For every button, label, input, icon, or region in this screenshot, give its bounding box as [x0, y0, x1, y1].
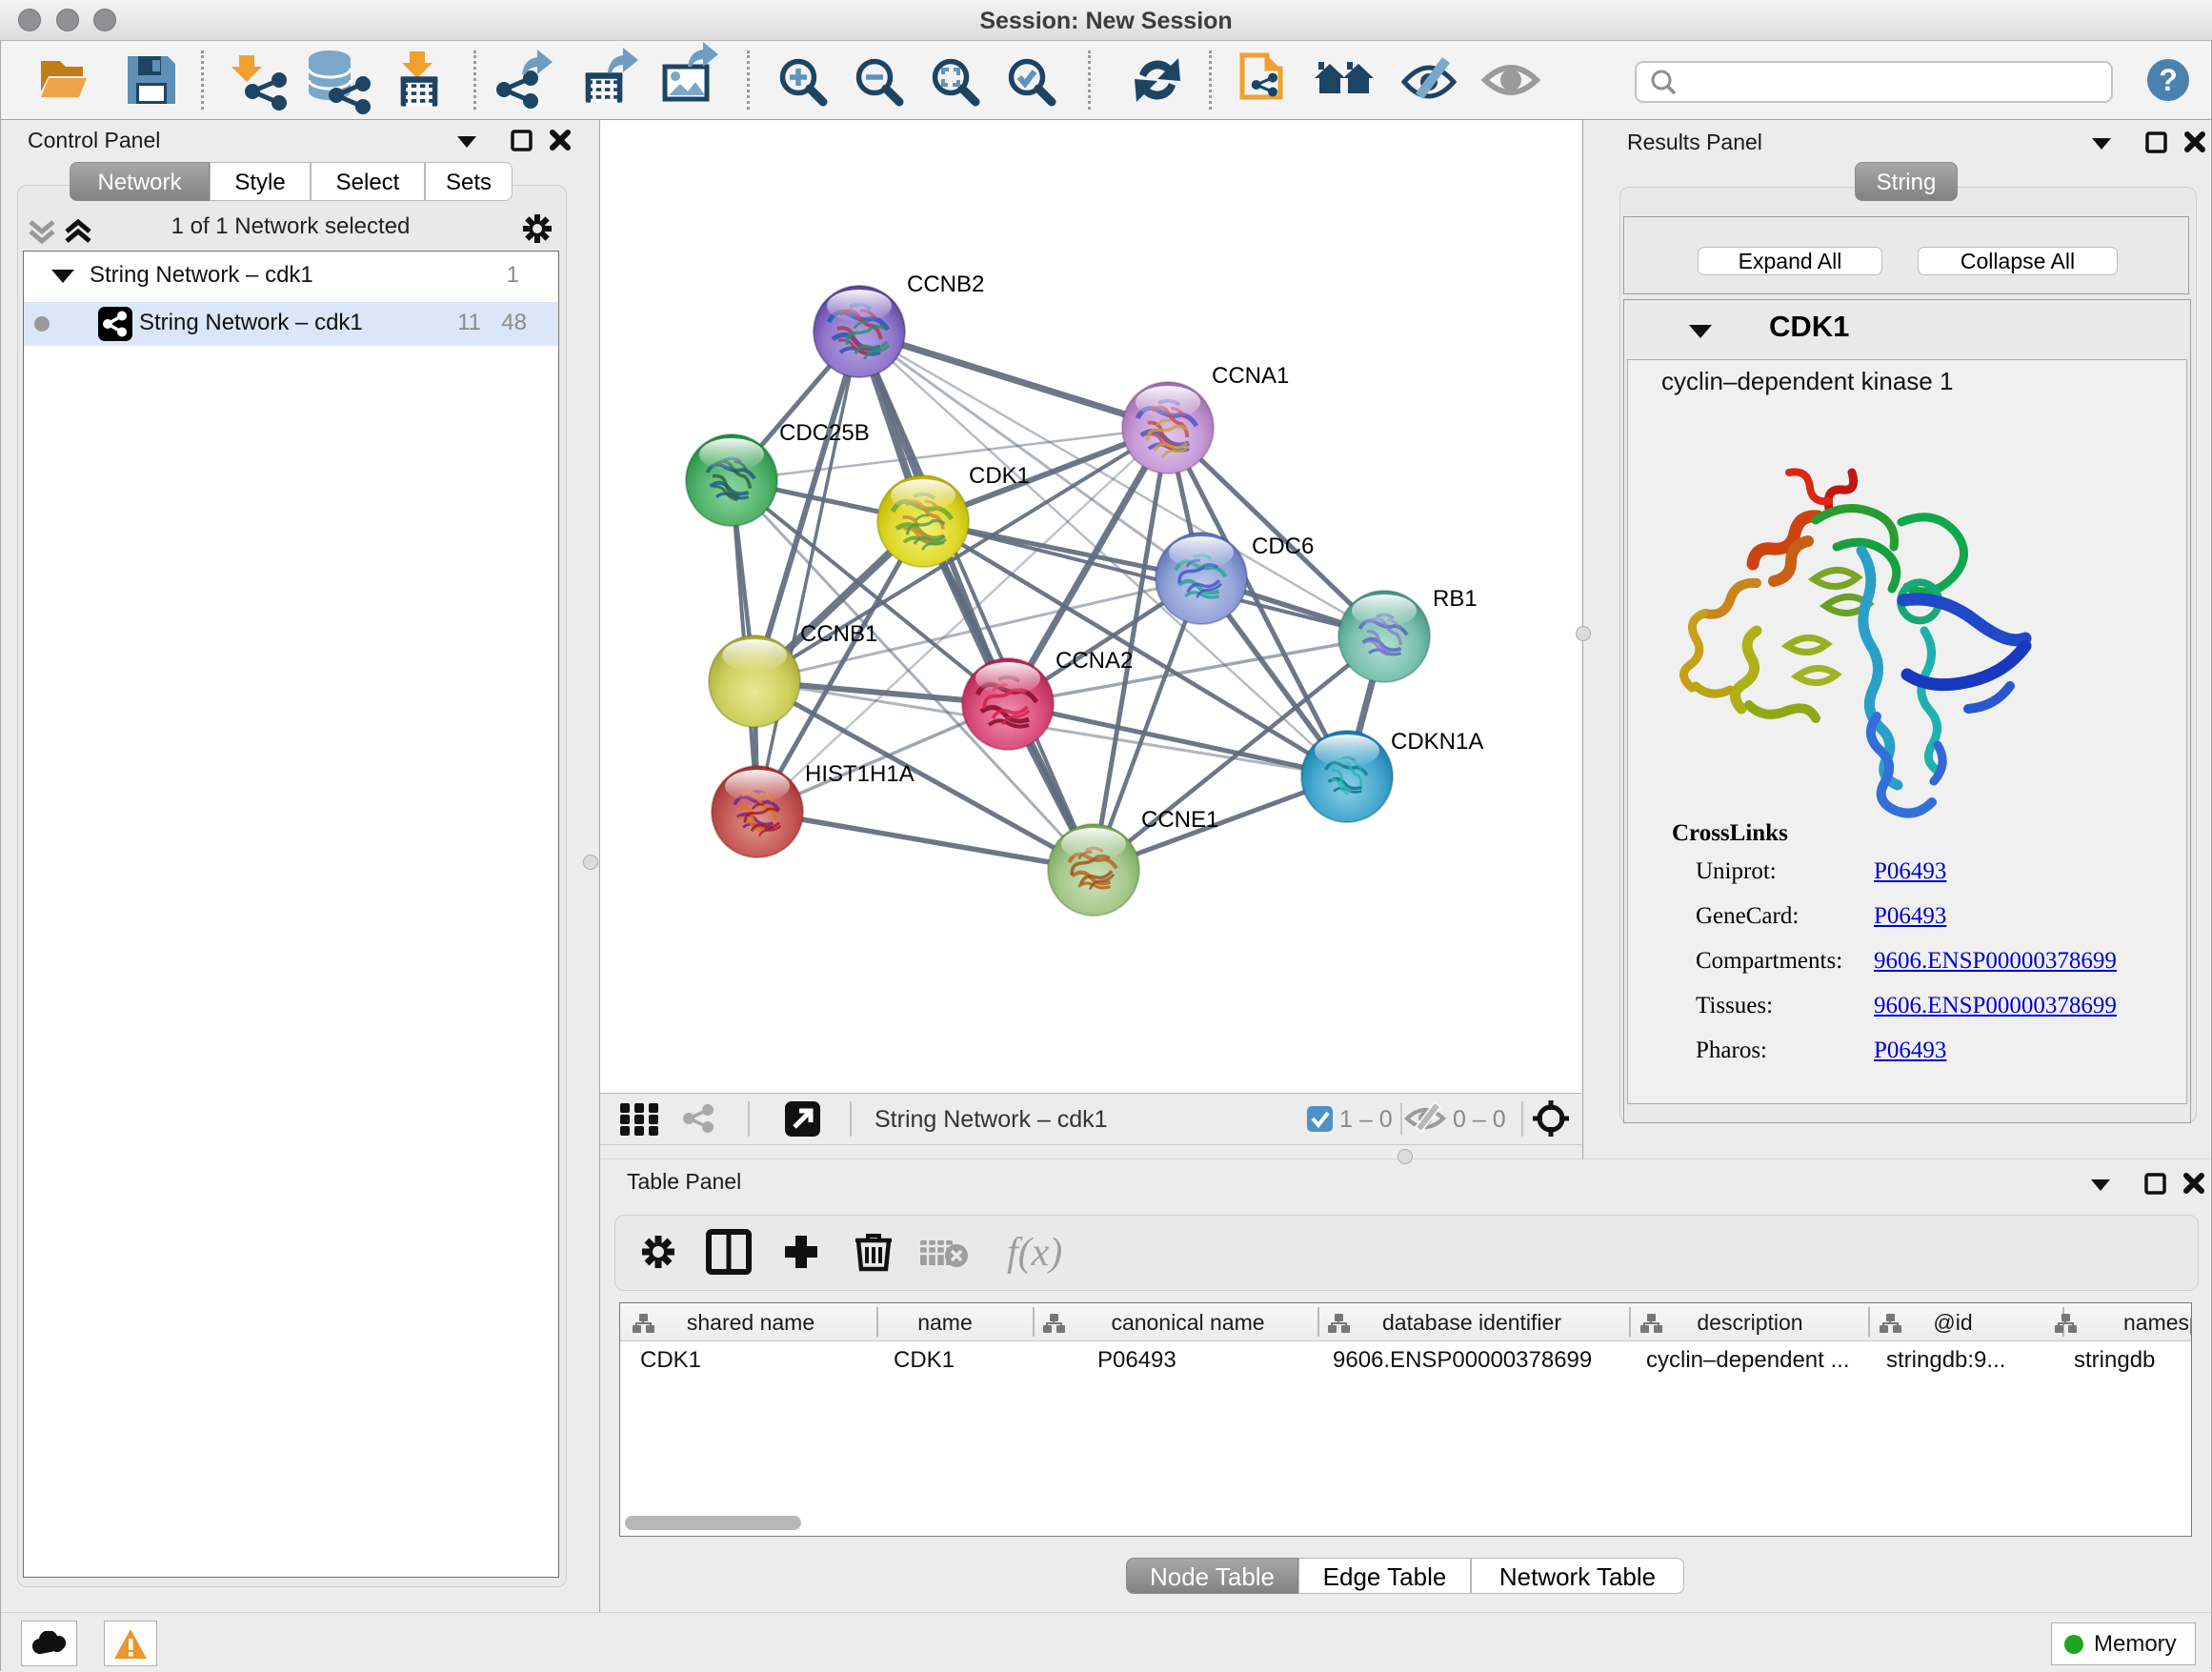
svg-text:String Network – cdk1: String Network – cdk1 — [875, 1106, 1108, 1133]
svg-text:CCNB2: CCNB2 — [907, 272, 984, 297]
svg-text:CCNA2: CCNA2 — [1056, 648, 1133, 674]
svg-text:f(x): f(x) — [1007, 1231, 1062, 1275]
svg-text:CDKN1A: CDKN1A — [1391, 729, 1483, 755]
svg-text:HIST1H1A: HIST1H1A — [805, 761, 915, 787]
svg-text:1 – 0: 1 – 0 — [1339, 1106, 1393, 1133]
svg-text:CDK1: CDK1 — [969, 463, 1030, 489]
svg-text:canonical name: canonical name — [1111, 1310, 1264, 1335]
svg-text:name: name — [917, 1310, 973, 1335]
svg-text:CDC25B: CDC25B — [779, 420, 870, 446]
svg-text:@id: @id — [1933, 1310, 1972, 1335]
svg-text:?: ? — [2159, 63, 2178, 97]
svg-text:namespace: namespace — [2123, 1310, 2191, 1335]
svg-text:RB1: RB1 — [1433, 586, 1478, 612]
svg-text:CCNB1: CCNB1 — [800, 621, 877, 647]
svg-text:shared name: shared name — [687, 1310, 814, 1335]
svg-text:description: description — [1697, 1310, 1802, 1335]
svg-text:CDC6: CDC6 — [1252, 534, 1314, 559]
svg-text:database identifier: database identifier — [1382, 1310, 1561, 1335]
svg-text:CCNE1: CCNE1 — [1141, 807, 1218, 833]
svg-text:CCNA1: CCNA1 — [1212, 363, 1289, 389]
svg-text:0 – 0: 0 – 0 — [1453, 1106, 1506, 1133]
